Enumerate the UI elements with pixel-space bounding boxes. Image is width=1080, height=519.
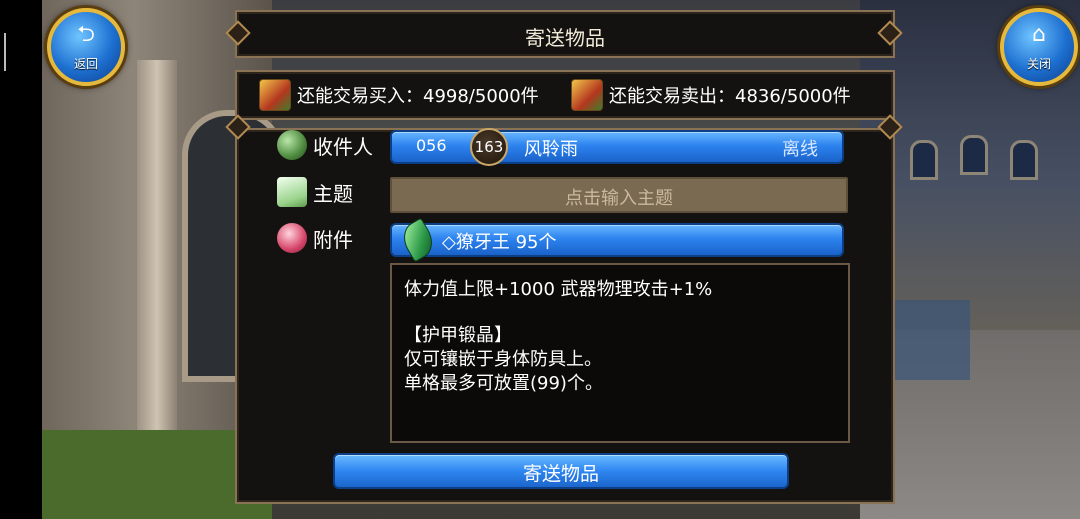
edge-indicator [4, 33, 6, 71]
level-badge: 163 [470, 128, 508, 166]
sell-chest-icon [571, 79, 603, 111]
trade-limits-bar: 还能交易买入： 4998/5000件 还能交易卖出： 4836/5000件 [235, 70, 895, 120]
close-label: 关闭 [1026, 57, 1051, 71]
building-window [1010, 140, 1038, 180]
send-button-label: 寄送物品 [522, 463, 599, 485]
letter-icon [277, 177, 307, 207]
recipient-icon [277, 130, 307, 160]
buy-limit-label: 还能交易买入： [297, 86, 423, 107]
desc-line: 仅可镶嵌于身体防具上。 [404, 349, 602, 370]
recipient-row-label: 收件人 [277, 130, 373, 160]
sell-limit: 还能交易卖出： 4836/5000件 [571, 79, 851, 111]
desc-line: 【护甲锻晶】 [404, 325, 512, 346]
attachment-label: 附件 [313, 227, 353, 252]
subject-placeholder: 点击输入主题 [565, 188, 673, 209]
sell-limit-label: 还能交易卖出： [609, 86, 735, 107]
buy-chest-icon [259, 79, 291, 111]
building-window [910, 140, 938, 180]
sell-limit-value: 4836/5000件 [735, 86, 851, 107]
desc-line: 单格最多可放置(99)个。 [404, 373, 603, 394]
buy-limit-value: 4998/5000件 [423, 86, 539, 107]
attachment-item: ◇獠牙王 95个 [442, 232, 557, 253]
buy-limit: 还能交易买入： 4998/5000件 [259, 79, 539, 111]
panel-title: 寄送物品 [525, 26, 605, 50]
subject-row-label: 主题 [277, 177, 353, 207]
gem-icon [396, 217, 440, 263]
attachment-row-label: 附件 [277, 223, 353, 253]
back-icon: ⮌ [77, 22, 95, 47]
online-status: 离线 [782, 139, 818, 160]
back-button[interactable]: ⮌ 返回 [47, 8, 125, 86]
building-window [960, 135, 988, 175]
item-description: 体力值上限+1000 武器物理攻击+1% 【护甲锻晶】 仅可镶嵌于身体防具上。 … [390, 263, 850, 443]
subject-input[interactable]: 点击输入主题 [390, 177, 848, 213]
recipient-label: 收件人 [313, 134, 373, 159]
title-bar: 寄送物品 [235, 10, 895, 58]
attachment-field[interactable]: ◇獠牙王 95个 [390, 217, 844, 263]
system-edge-bar [0, 0, 42, 519]
recipient-id: 056 [416, 136, 447, 155]
send-item-panel: 寄送物品 还能交易买入： 4998/5000件 还能交易卖出： 4836/500… [225, 10, 903, 504]
subject-label: 主题 [313, 181, 353, 206]
close-button[interactable]: ⌂ 关闭 [1000, 8, 1078, 86]
desc-line: 体力值上限+1000 武器物理攻击+1% [404, 279, 713, 300]
recipient-name: 风聆雨 [524, 139, 578, 160]
recipient-field[interactable]: 056 163 风聆雨 离线 [390, 128, 844, 166]
gift-icon [277, 223, 307, 253]
back-label: 返回 [73, 57, 98, 71]
send-button[interactable]: 寄送物品 [333, 453, 789, 489]
home-icon: ⌂ [1032, 22, 1046, 47]
